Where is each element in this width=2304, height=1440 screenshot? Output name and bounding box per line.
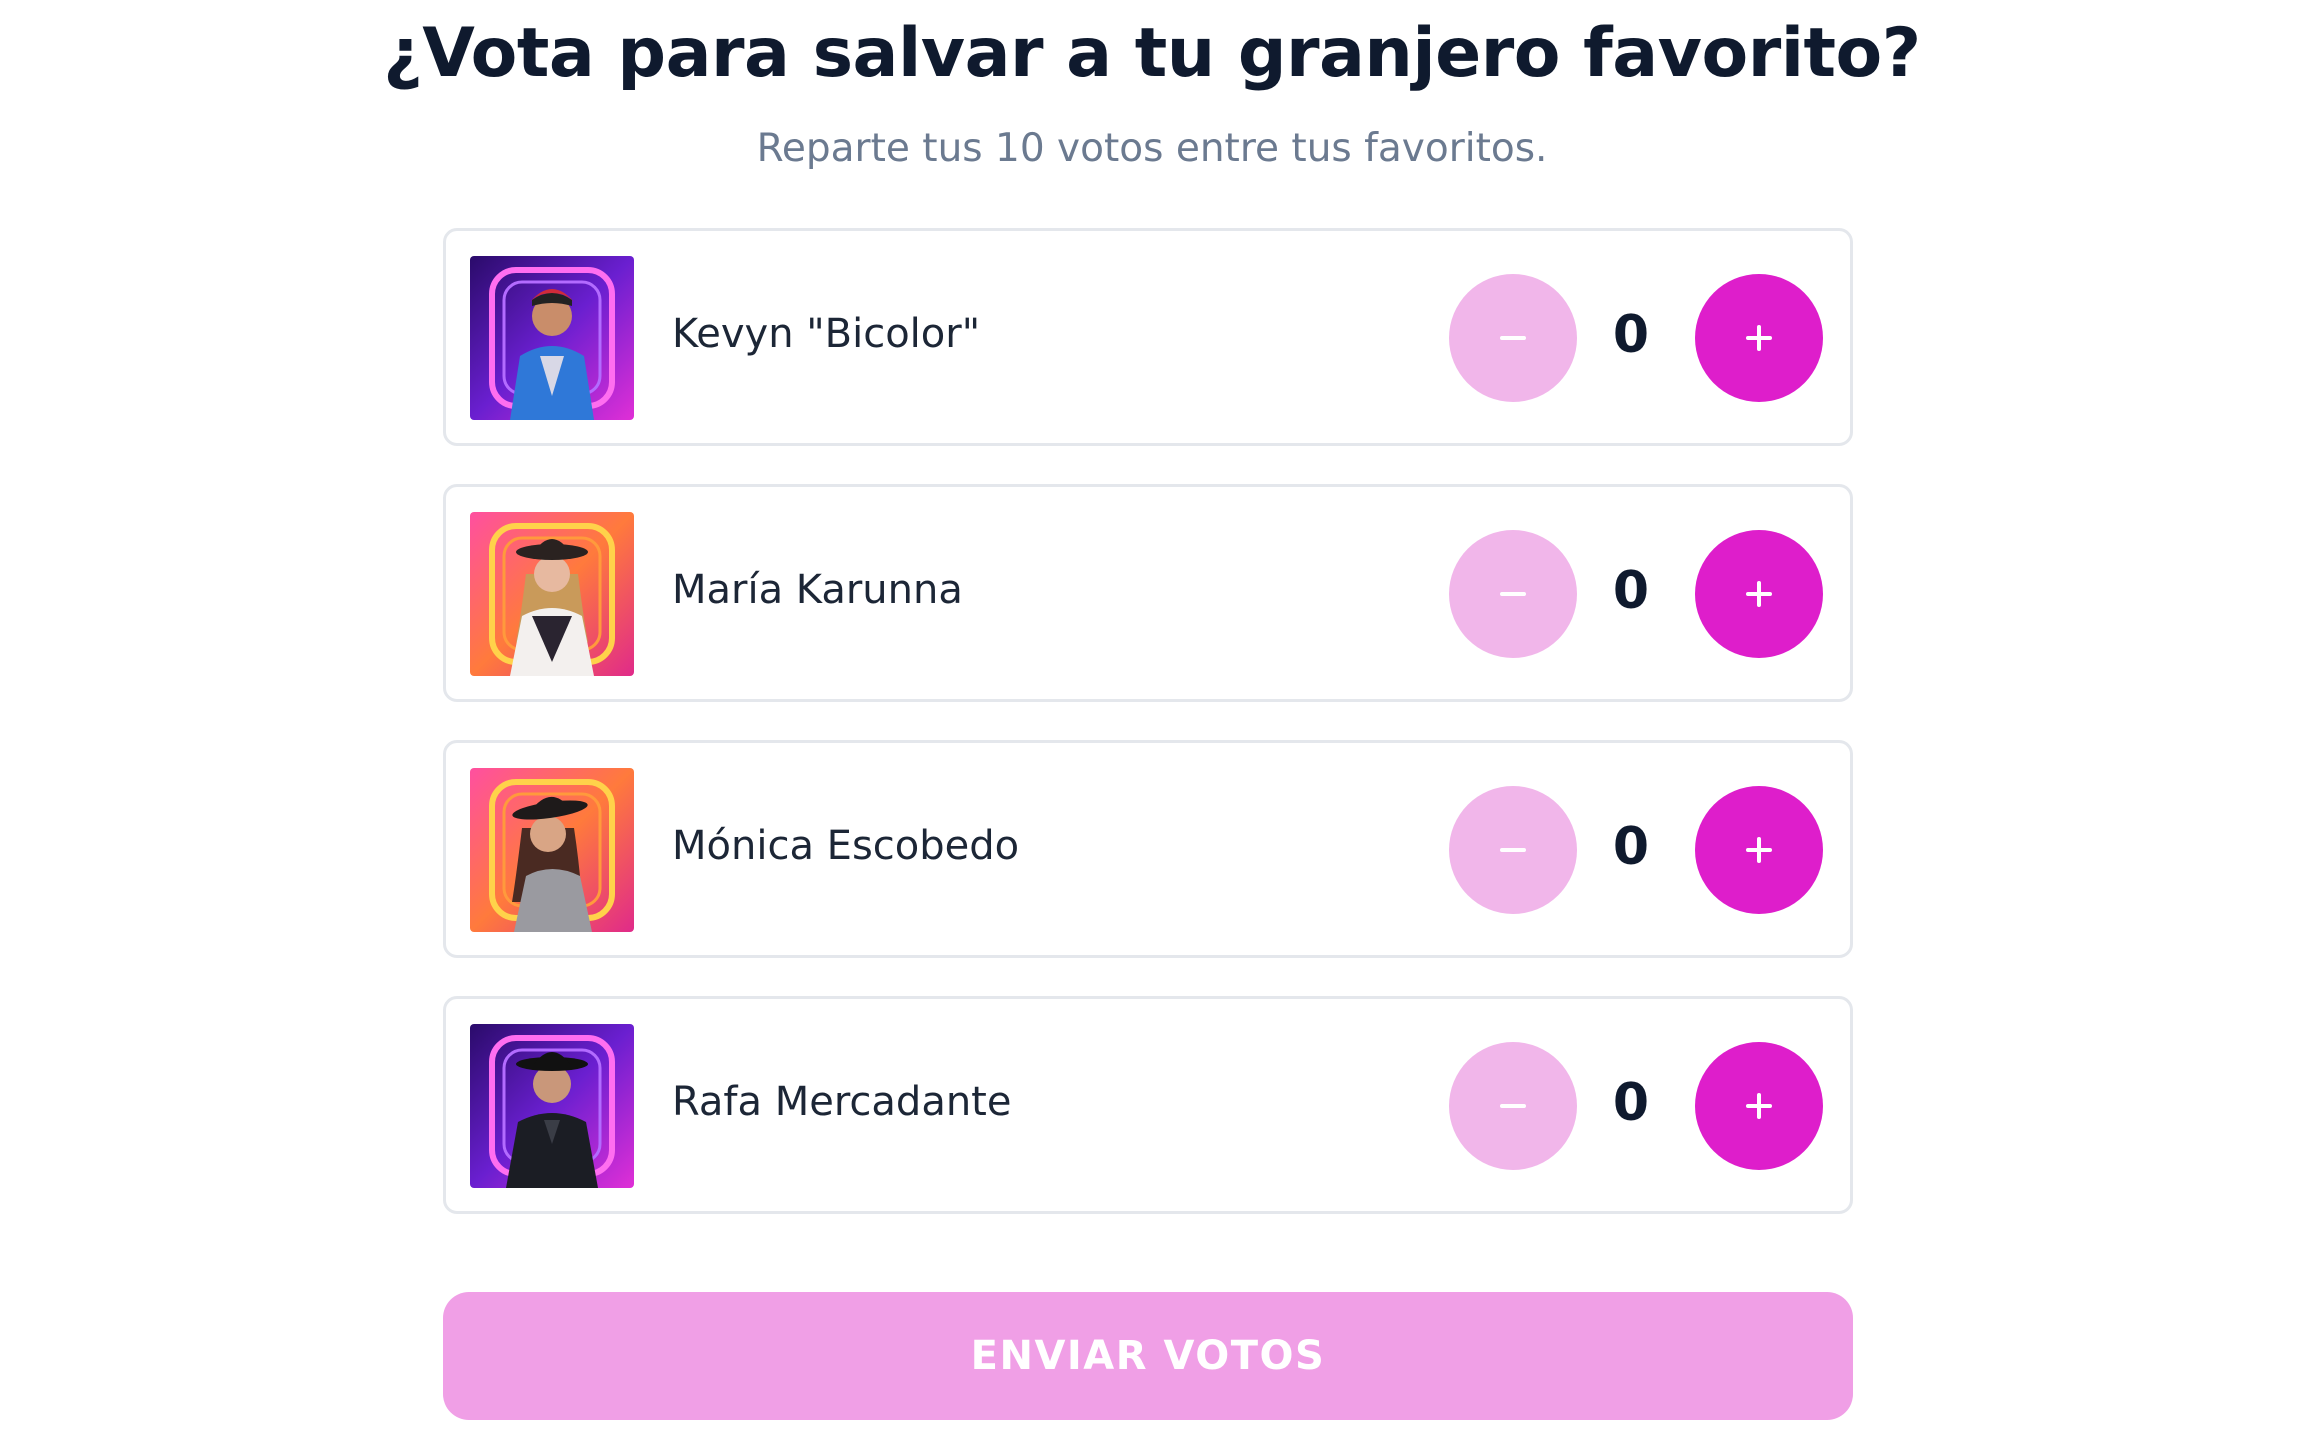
page-title: ¿Vota para salvar a tu granjero favorito… bbox=[383, 14, 1921, 93]
vote-count: 0 bbox=[1612, 817, 1650, 877]
page-subtitle: Reparte tus 10 votos entre tus favoritos… bbox=[756, 126, 1548, 171]
contestant-list: Kevyn "Bicolor" 0 María Karunna 0 Mónica… bbox=[443, 228, 1853, 1252]
decrease-votes-button[interactable] bbox=[1449, 274, 1577, 402]
decrease-votes-button[interactable] bbox=[1449, 786, 1577, 914]
contestant-photo bbox=[470, 256, 634, 420]
vote-count: 0 bbox=[1612, 305, 1650, 365]
decrease-votes-button[interactable] bbox=[1449, 530, 1577, 658]
contestant-photo bbox=[470, 768, 634, 932]
increase-votes-button[interactable] bbox=[1695, 1042, 1823, 1170]
contestant-name: María Karunna bbox=[672, 567, 963, 613]
minus-icon bbox=[1500, 592, 1526, 596]
contestant-name: Rafa Mercadante bbox=[672, 1079, 1012, 1125]
plus-icon bbox=[1746, 1093, 1772, 1119]
contestant-card: Rafa Mercadante 0 bbox=[443, 996, 1853, 1214]
contestant-card: María Karunna 0 bbox=[443, 484, 1853, 702]
plus-icon bbox=[1746, 325, 1772, 351]
minus-icon bbox=[1500, 848, 1526, 852]
minus-icon bbox=[1500, 1104, 1526, 1108]
contestant-photo bbox=[470, 1024, 634, 1188]
vote-page: ¿Vota para salvar a tu granjero favorito… bbox=[0, 0, 2304, 1440]
minus-icon bbox=[1500, 336, 1526, 340]
increase-votes-button[interactable] bbox=[1695, 274, 1823, 402]
contestant-photo bbox=[470, 512, 634, 676]
increase-votes-button[interactable] bbox=[1695, 530, 1823, 658]
plus-icon bbox=[1746, 581, 1772, 607]
submit-votes-button[interactable]: ENVIAR VOTOS bbox=[443, 1292, 1853, 1420]
decrease-votes-button[interactable] bbox=[1449, 1042, 1577, 1170]
contestant-card: Kevyn "Bicolor" 0 bbox=[443, 228, 1853, 446]
vote-count: 0 bbox=[1612, 1073, 1650, 1133]
vote-count: 0 bbox=[1612, 561, 1650, 621]
contestant-name: Mónica Escobedo bbox=[672, 823, 1020, 869]
contestant-card: Mónica Escobedo 0 bbox=[443, 740, 1853, 958]
plus-icon bbox=[1746, 837, 1772, 863]
increase-votes-button[interactable] bbox=[1695, 786, 1823, 914]
contestant-name: Kevyn "Bicolor" bbox=[672, 311, 981, 357]
